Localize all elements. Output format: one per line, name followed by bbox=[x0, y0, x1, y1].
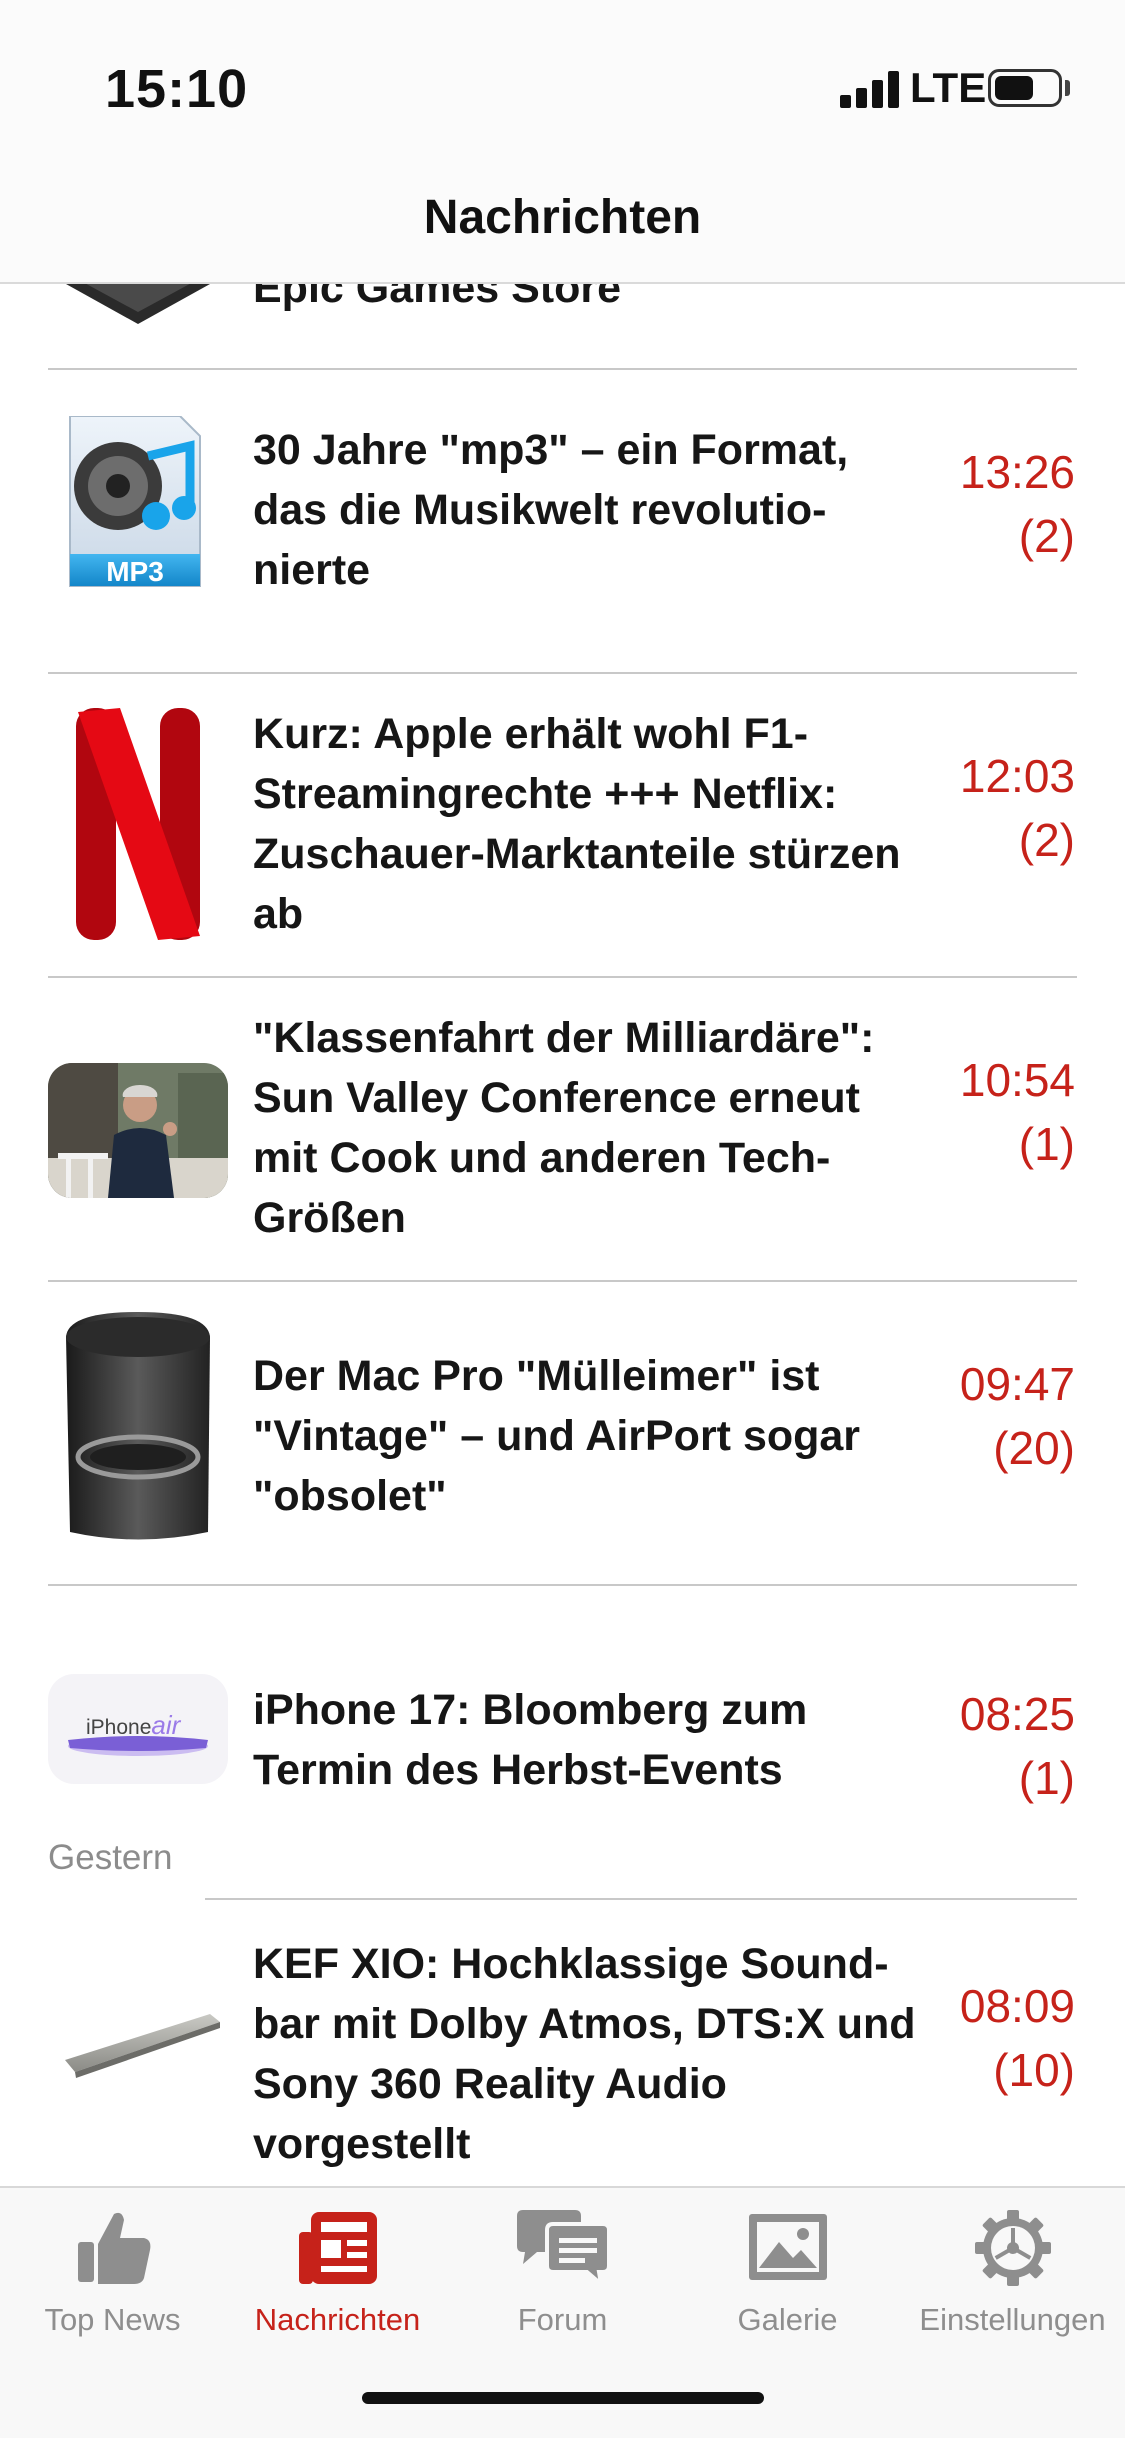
list-item[interactable]: KEF XIO: Hochklassige Sound­bar mit Dolb… bbox=[0, 1900, 1125, 2186]
news-meta: 09:47 (20) bbox=[895, 1352, 1075, 1480]
list-item[interactable]: MP3 30 Jahre "mp3" – ein Format, das die… bbox=[0, 370, 1125, 672]
news-time: 08:25 bbox=[959, 1688, 1075, 1740]
iphone-label: iPhoneair bbox=[86, 1710, 180, 1741]
tab-label: Nachrichten bbox=[254, 2302, 421, 2337]
signal-bars-icon bbox=[840, 70, 900, 108]
tab-label: Einstellungen bbox=[919, 2302, 1106, 2337]
list-item[interactable]: Kurz: Apple erhält wohl F1-Streamingrech… bbox=[0, 674, 1125, 976]
list-item[interactable]: "Klassenfahrt der Milliardäre": Sun Vall… bbox=[0, 978, 1125, 1280]
news-time: 13:26 bbox=[959, 446, 1075, 498]
news-meta: 08:09 (10) bbox=[895, 1974, 1075, 2102]
home-indicator[interactable] bbox=[362, 2392, 764, 2404]
list-item[interactable]: Epic Games Store bbox=[0, 284, 1125, 354]
newspaper-icon bbox=[298, 2212, 377, 2284]
mp3-label: MP3 bbox=[106, 556, 164, 587]
netflix-logo-icon bbox=[70, 704, 206, 944]
battery-tip bbox=[1065, 80, 1070, 96]
news-title: "Klassenfahrt der Milliardäre": Sun Vall… bbox=[253, 1014, 875, 1242]
gear-icon bbox=[974, 2210, 1051, 2286]
battery-icon bbox=[988, 69, 1062, 107]
navigation-bar: Nachrichten bbox=[0, 170, 1125, 284]
tab-forum[interactable]: Forum bbox=[450, 2208, 675, 2358]
image-gallery-icon bbox=[748, 2214, 827, 2280]
epic-games-logo-icon bbox=[66, 284, 210, 324]
chat-bubbles-icon bbox=[516, 2210, 611, 2288]
tab-top-news[interactable]: Top News bbox=[0, 2208, 225, 2358]
status-bar: 15:10 LTE bbox=[0, 0, 1125, 170]
list-item[interactable]: iPhoneair iPhone 17: Bloomberg zum Termi… bbox=[0, 1586, 1125, 1846]
comment-count: (1) bbox=[1018, 1752, 1075, 1804]
comment-count: (2) bbox=[1018, 510, 1075, 562]
news-meta: 13:26 (2) bbox=[895, 440, 1075, 568]
tab-label: Galerie bbox=[737, 2302, 838, 2337]
comment-count: (1) bbox=[1018, 1118, 1075, 1170]
news-title: iPhone 17: Bloomberg zum Termin des Herb… bbox=[253, 1686, 808, 1794]
news-title: 30 Jahre "mp3" – ein Format, das die Mus… bbox=[253, 426, 849, 594]
tab-einstellungen[interactable]: Einstellungen bbox=[900, 2208, 1125, 2358]
news-time: 08:09 bbox=[959, 1980, 1075, 2032]
news-time: 09:47 bbox=[959, 1358, 1075, 1410]
tab-nachrichten[interactable]: Nachrichten bbox=[225, 2208, 450, 2358]
comment-count: (20) bbox=[993, 1422, 1075, 1474]
news-title: Kurz: Apple erhält wohl F1-Streamingrech… bbox=[253, 710, 901, 938]
news-meta: 08:25 (1) bbox=[895, 1682, 1075, 1810]
air-label-text: air bbox=[151, 1710, 181, 1740]
soundbar-product-image bbox=[65, 2014, 220, 2078]
tab-label: Top News bbox=[44, 2302, 181, 2337]
page-title: Nachrichten bbox=[423, 191, 702, 244]
comment-count: (10) bbox=[993, 2044, 1075, 2096]
tab-label: Forum bbox=[517, 2302, 608, 2337]
status-time: 15:10 bbox=[105, 59, 249, 119]
news-time: 12:03 bbox=[959, 750, 1075, 802]
news-title: KEF XIO: Hochklassige Sound­bar mit Dolb… bbox=[253, 1940, 916, 2168]
network-type: LTE bbox=[910, 64, 987, 111]
section-header-yesterday: Gestern bbox=[48, 1838, 173, 1877]
news-title: Epic Games Store bbox=[253, 284, 622, 312]
list-item[interactable]: Der Mac Pro "Mülleimer" ist "Vintage" – … bbox=[0, 1282, 1125, 1584]
news-list[interactable]: Epic Games Store MP3 30 Jahre "mp3" – ei bbox=[0, 284, 1125, 2186]
tab-galerie[interactable]: Galerie bbox=[675, 2208, 900, 2358]
news-meta: 10:54 (1) bbox=[895, 1048, 1075, 1176]
thumbs-up-icon bbox=[77, 2212, 150, 2284]
mac-pro-product-image bbox=[66, 1312, 210, 1540]
news-meta: 12:03 (2) bbox=[895, 744, 1075, 872]
comment-count: (2) bbox=[1018, 814, 1075, 866]
person-photo bbox=[48, 1063, 228, 1198]
iphone-label-text: iPhone bbox=[86, 1716, 152, 1739]
news-title: Der Mac Pro "Mülleimer" ist "Vintage" – … bbox=[253, 1352, 861, 1520]
news-time: 10:54 bbox=[959, 1054, 1075, 1106]
